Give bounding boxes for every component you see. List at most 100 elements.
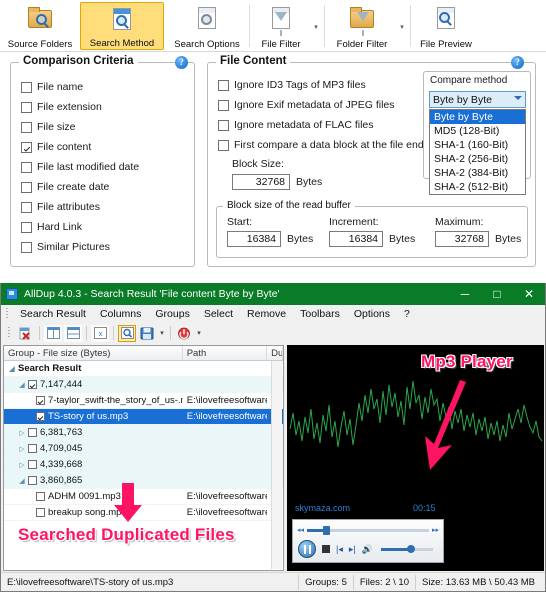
row-checkbox[interactable] (28, 476, 37, 485)
stop-button[interactable] (322, 545, 330, 553)
split-vertical-icon[interactable] (44, 324, 62, 342)
checkbox-ignore-exif-metadata[interactable]: Ignore Exif metadata of JPEG files (218, 99, 395, 111)
table-row[interactable]: ◢ 3,860,865 (4, 473, 283, 489)
table-row[interactable]: 7-taylor_swift-the_story_of_us-.mp3 E:\i… (4, 393, 283, 409)
mp3-player-panel[interactable]: skymaza.com 00:15 ◂◂ ▸▸ |◂ ▸| 🔊 (287, 345, 544, 571)
ribbon-item-file-preview[interactable]: File Preview (414, 2, 478, 50)
checkbox-file-create-date[interactable]: File create date (21, 181, 109, 193)
column-header-group-filesize[interactable]: Group - File size (Bytes) (4, 346, 183, 360)
compare-method-option[interactable]: Byte by Byte (430, 110, 525, 124)
pause-button[interactable] (298, 540, 316, 558)
volume-knob[interactable] (406, 544, 415, 553)
export-excel-icon[interactable]: x (91, 324, 109, 342)
chevron-down-icon[interactable]: ▾ (195, 329, 203, 337)
start-input[interactable]: 16384 (227, 231, 281, 247)
table-row[interactable]: ADHM 0091.mp3 E:\ilovefreesoftware\dupi (4, 489, 283, 505)
ribbon-item-file-filter[interactable]: File Filter (252, 2, 310, 50)
split-horizontal-icon[interactable] (64, 324, 82, 342)
menu-remove[interactable]: Remove (240, 307, 293, 321)
column-header-duplicates[interactable]: Du (267, 346, 283, 360)
compare-method-option[interactable]: SHA-2 (512-Bit) (430, 180, 525, 194)
ribbon-item-source-folders[interactable]: Source Folders (2, 2, 78, 50)
row-checkbox[interactable] (36, 508, 45, 517)
checkbox-file-content[interactable]: File content (21, 141, 91, 153)
table-row[interactable]: ▷ 6,381,763 (4, 425, 283, 441)
collapse-twisty-icon[interactable]: ▷ (16, 445, 28, 453)
menu-columns[interactable]: Columns (93, 307, 148, 321)
minimize-button[interactable]: ─ (449, 283, 481, 305)
checkbox-file-name[interactable]: File name (21, 81, 83, 93)
checkbox-similar-pictures[interactable]: Similar Pictures (21, 241, 110, 253)
expand-twisty-icon[interactable]: ◢ (16, 477, 28, 485)
chevron-down-icon[interactable]: ▾ (312, 24, 320, 32)
next-button[interactable]: ▸| (349, 544, 356, 555)
fast-forward-icon[interactable]: ▸▸ (432, 526, 439, 534)
chevron-down-icon[interactable]: ▾ (398, 24, 406, 32)
menu-help[interactable]: ? (397, 307, 417, 321)
row-checkbox[interactable] (28, 380, 37, 389)
table-row[interactable]: breakup song.mp3 E:\ilovefreesoftware (4, 505, 283, 521)
checkbox-ignore-flac-metadata[interactable]: Ignore metadata of FLAC files (218, 119, 374, 131)
preview-icon[interactable] (118, 324, 136, 342)
checkbox-file-size[interactable]: File size (21, 121, 76, 133)
checkbox-first-compare-block-at-end[interactable]: First compare a data block at the file e… (218, 139, 424, 151)
toolbar-grip[interactable] (6, 326, 13, 340)
menu-options[interactable]: Options (347, 307, 397, 321)
compare-method-combo[interactable]: Byte by Byte (429, 91, 526, 108)
seek-track[interactable] (307, 525, 429, 535)
menu-select[interactable]: Select (197, 307, 240, 321)
delete-file-icon[interactable] (17, 325, 35, 342)
compare-method-options[interactable]: Byte by Byte MD5 (128-Bit) SHA-1 (160-Bi… (429, 109, 526, 195)
row-checkbox[interactable] (36, 412, 45, 421)
player-controls[interactable]: ◂◂ ▸▸ |◂ ▸| 🔊 (292, 519, 444, 563)
block-size-input[interactable]: 32768 (232, 174, 290, 190)
help-icon[interactable]: ? (511, 56, 524, 69)
chevron-down-icon[interactable]: ▾ (158, 329, 166, 337)
checkbox-file-attributes[interactable]: File attributes (21, 201, 100, 213)
seek-bar[interactable]: ◂◂ ▸▸ (297, 525, 439, 535)
menu-groups[interactable]: Groups (148, 307, 196, 321)
collapse-twisty-icon[interactable]: ▷ (16, 461, 28, 469)
compare-method-option[interactable]: SHA-2 (384-Bit) (430, 166, 525, 180)
menu-toolbars[interactable]: Toolbars (293, 307, 347, 321)
column-header-path[interactable]: Path (183, 346, 268, 360)
row-checkbox[interactable] (28, 460, 37, 469)
volume-slider[interactable] (380, 544, 433, 553)
checkbox-file-extension[interactable]: File extension (21, 101, 102, 113)
row-checkbox[interactable] (28, 444, 37, 453)
menu-search-result[interactable]: Search Result (13, 307, 93, 321)
expand-twisty-icon[interactable]: ◢ (16, 381, 28, 389)
rewind-icon[interactable]: ◂◂ (297, 526, 304, 534)
previous-button[interactable]: |◂ (336, 544, 343, 555)
seek-knob[interactable] (322, 525, 330, 535)
checkbox-ignore-id3-tags[interactable]: Ignore ID3 Tags of MP3 files (218, 79, 366, 91)
maximize-button[interactable]: □ (481, 283, 513, 305)
table-row[interactable]: TS-story of us.mp3 E:\ilovefreesoftware (4, 409, 283, 425)
save-icon[interactable] (138, 325, 156, 342)
row-checkbox[interactable] (36, 396, 45, 405)
table-row[interactable]: ▷ 4,339,668 (4, 457, 283, 473)
power-icon[interactable] (175, 325, 193, 342)
compare-method-option[interactable]: SHA-1 (160-Bit) (430, 138, 525, 152)
table-row[interactable]: ◢ 7,147,444 (4, 377, 283, 393)
row-checkbox[interactable] (28, 428, 37, 437)
maximum-input[interactable]: 32768 (435, 231, 489, 247)
compare-method-option[interactable]: SHA-2 (256-Bit) (430, 152, 525, 166)
table-row[interactable]: ◢ Search Result (4, 361, 283, 377)
grid-vertical-scrollbar[interactable] (271, 361, 282, 569)
collapse-twisty-icon[interactable]: ▷ (16, 429, 28, 437)
checkbox-hard-link[interactable]: Hard Link (21, 221, 82, 233)
ribbon-item-folder-filter[interactable]: Folder Filter (328, 2, 396, 50)
volume-icon[interactable]: 🔊 (362, 544, 373, 555)
checkbox-file-last-modified-date[interactable]: File last modified date (21, 161, 139, 173)
ribbon-item-search-options[interactable]: Search Options (166, 2, 248, 50)
ribbon-item-search-method[interactable]: Search Method (80, 2, 164, 50)
row-checkbox[interactable] (36, 492, 45, 501)
menu-grip[interactable] (4, 307, 11, 321)
close-button[interactable]: ✕ (513, 283, 545, 305)
help-icon[interactable]: ? (175, 56, 188, 69)
expand-twisty-icon[interactable]: ◢ (6, 365, 18, 373)
increment-input[interactable]: 16384 (329, 231, 383, 247)
table-row[interactable]: ▷ 4,709,045 (4, 441, 283, 457)
compare-method-option[interactable]: MD5 (128-Bit) (430, 124, 525, 138)
